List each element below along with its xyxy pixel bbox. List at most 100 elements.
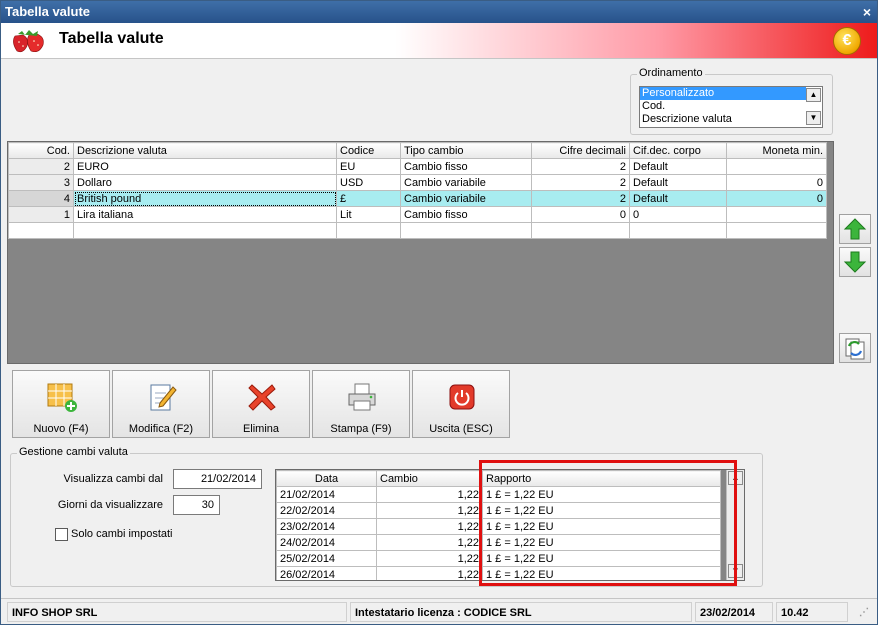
page-title: Tabella valute xyxy=(59,30,164,47)
cell-moneta[interactable]: 0 xyxy=(726,190,827,207)
col-header-tipo-cambio[interactable]: Tipo cambio xyxy=(400,142,532,159)
cell-tipo[interactable]: Cambio fisso xyxy=(400,158,532,175)
giorni-label: Giorni da visualizzare xyxy=(57,499,163,511)
ordinamento-option[interactable]: Cod. xyxy=(640,100,806,113)
cell-corpo[interactable]: Default xyxy=(629,174,727,191)
ordinamento-option[interactable]: Personalizzato xyxy=(640,87,806,100)
cell-empty[interactable] xyxy=(629,222,727,239)
status-bar: INFO SHOP SRL Intestatario licenza : COD… xyxy=(1,598,877,624)
cell-empty[interactable] xyxy=(73,222,337,239)
cell-data[interactable]: 26/02/2014 xyxy=(276,566,377,580)
modifica-button[interactable]: Modifica (F2) xyxy=(112,370,210,438)
cell-empty[interactable] xyxy=(531,222,630,239)
cell-cod xyxy=(8,222,74,239)
cell-tipo[interactable]: Cambio variabile xyxy=(400,174,532,191)
new-grid-icon xyxy=(47,383,77,412)
table-header-row: Cod. Descrizione valuta Codice Tipo camb… xyxy=(8,142,827,159)
col-header-cif-dec-corpo[interactable]: Cif.dec. corpo xyxy=(629,142,727,159)
cell-descrizione[interactable]: EURO xyxy=(73,158,337,175)
cell-tipo[interactable]: Cambio variabile xyxy=(400,190,532,207)
uscita-button[interactable]: Uscita (ESC) xyxy=(412,370,510,438)
title-bar[interactable]: Tabella valute × xyxy=(1,1,877,23)
resize-grip-icon[interactable]: ⋰ xyxy=(859,607,869,618)
cell-cambio[interactable]: 1,22 xyxy=(376,518,483,535)
cell-data[interactable]: 24/02/2014 xyxy=(276,534,377,551)
table-row-new[interactable] xyxy=(8,222,827,239)
solo-cambi-label: Solo cambi impostati xyxy=(71,528,173,540)
nuovo-button[interactable]: Nuovo (F4) xyxy=(12,370,110,438)
ordinamento-option[interactable]: Descrizione valuta xyxy=(640,113,806,126)
cell-cifre[interactable]: 0 xyxy=(531,206,630,223)
cell-data[interactable]: 22/02/2014 xyxy=(276,502,377,519)
header-banner: Tabella valute € xyxy=(1,23,877,59)
col-header-data[interactable]: Data xyxy=(276,470,377,487)
col-header-codice[interactable]: Codice xyxy=(336,142,401,159)
valute-grid[interactable]: Cod. Descrizione valuta Codice Tipo camb… xyxy=(7,141,834,364)
cell-cambio[interactable]: 1,22 xyxy=(376,566,483,580)
close-icon[interactable]: × xyxy=(863,1,871,23)
stampa-button[interactable]: Stampa (F9) xyxy=(312,370,410,438)
scroll-up-icon[interactable]: ▲ xyxy=(806,88,821,102)
table-row[interactable]: 3 Dollaro USD Cambio variabile 2 Default… xyxy=(8,174,827,191)
window-title: Tabella valute xyxy=(5,4,91,19)
cell-cifre[interactable]: 2 xyxy=(531,174,630,191)
cell-cod: 1 xyxy=(8,206,74,223)
cell-codice[interactable]: USD xyxy=(336,174,401,191)
nuovo-label: Nuovo (F4) xyxy=(33,423,89,435)
modifica-label: Modifica (F2) xyxy=(128,423,194,435)
move-up-button[interactable] xyxy=(839,214,871,244)
cell-codice[interactable]: Lit xyxy=(336,206,401,223)
cell-cambio[interactable]: 1,22 xyxy=(376,486,483,503)
ordinamento-scrollbar[interactable]: ▲ ▼ xyxy=(806,87,822,127)
stampa-label: Stampa (F9) xyxy=(330,423,392,435)
gestione-legend: Gestione cambi valuta xyxy=(17,446,130,458)
refresh-icon xyxy=(845,338,865,360)
euro-coin-icon: € xyxy=(833,27,861,55)
visualizza-date-field[interactable]: 21/02/2014 xyxy=(173,469,262,489)
cell-descrizione[interactable]: British pound xyxy=(73,190,337,207)
cell-corpo[interactable]: 0 xyxy=(629,206,727,223)
cell-empty[interactable] xyxy=(336,222,401,239)
cell-data[interactable]: 25/02/2014 xyxy=(276,550,377,567)
cell-tipo[interactable]: Cambio fisso xyxy=(400,206,532,223)
cell-data[interactable]: 23/02/2014 xyxy=(276,518,377,535)
cell-cod: 3 xyxy=(8,174,74,191)
table-row-selected[interactable]: 4 British pound £ Cambio variabile 2 Def… xyxy=(8,190,827,207)
col-header-cod[interactable]: Cod. xyxy=(8,142,74,159)
table-row[interactable]: 2 EURO EU Cambio fisso 2 Default xyxy=(8,158,827,175)
cell-moneta[interactable] xyxy=(726,158,827,175)
giorni-field[interactable]: 30 xyxy=(173,495,220,515)
cell-descrizione[interactable]: Lira italiana xyxy=(73,206,337,223)
col-header-cambio[interactable]: Cambio xyxy=(376,470,483,487)
col-header-moneta-min[interactable]: Moneta min. xyxy=(726,142,827,159)
table-row[interactable]: 1 Lira italiana Lit Cambio fisso 0 0 xyxy=(8,206,827,223)
solo-cambi-checkbox[interactable] xyxy=(55,528,68,541)
cell-moneta[interactable] xyxy=(726,206,827,223)
cell-cambio[interactable]: 1,22 xyxy=(376,502,483,519)
uscita-label: Uscita (ESC) xyxy=(429,423,493,435)
status-date: 23/02/2014 xyxy=(695,602,773,622)
scroll-down-icon[interactable]: ▼ xyxy=(806,111,821,125)
cell-moneta[interactable]: 0 xyxy=(726,174,827,191)
col-header-descrizione[interactable]: Descrizione valuta xyxy=(73,142,337,159)
move-down-button[interactable] xyxy=(839,247,871,277)
cell-cod: 4 xyxy=(8,190,74,207)
refresh-button[interactable] xyxy=(839,333,871,363)
cell-cambio[interactable]: 1,22 xyxy=(376,534,483,551)
cell-corpo[interactable]: Default xyxy=(629,190,727,207)
ordinamento-listbox[interactable]: Personalizzato Cod. Descrizione valuta ▲… xyxy=(639,86,823,128)
cell-cod: 2 xyxy=(8,158,74,175)
cell-data[interactable]: 21/02/2014 xyxy=(276,486,377,503)
cell-codice[interactable]: EU xyxy=(336,158,401,175)
cell-cifre[interactable]: 2 xyxy=(531,190,630,207)
cell-codice[interactable]: £ xyxy=(336,190,401,207)
cell-cambio[interactable]: 1,22 xyxy=(376,550,483,567)
col-header-cifre-decimali[interactable]: Cifre decimali xyxy=(531,142,630,159)
cell-empty[interactable] xyxy=(400,222,532,239)
cell-corpo[interactable]: Default xyxy=(629,158,727,175)
delete-x-icon xyxy=(248,384,276,411)
cell-descrizione[interactable]: Dollaro xyxy=(73,174,337,191)
elimina-button[interactable]: Elimina xyxy=(212,370,310,438)
cell-cifre[interactable]: 2 xyxy=(531,158,630,175)
cell-empty[interactable] xyxy=(726,222,827,239)
